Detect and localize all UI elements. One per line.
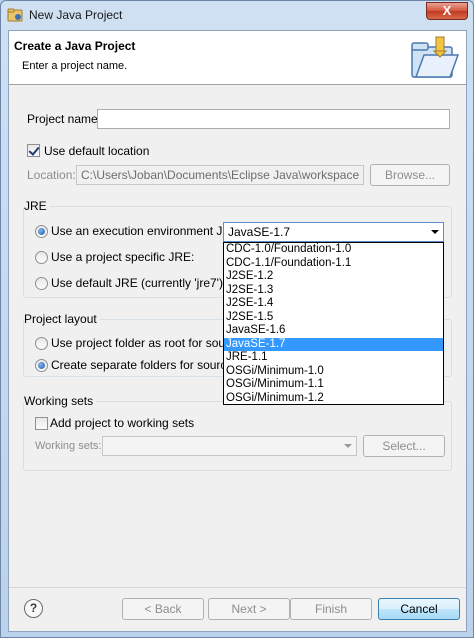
use-root-label: Use project folder as root for sources <box>51 336 248 350</box>
java-project-icon <box>7 8 23 22</box>
location-label: Location: <box>27 168 76 182</box>
next-button[interactable]: Next > <box>208 598 290 620</box>
dropdown-option[interactable]: JRE-1.1 <box>224 351 443 365</box>
dropdown-option[interactable]: OSGi/Minimum-1.1 <box>224 378 443 392</box>
dropdown-option[interactable]: J2SE-1.3 <box>224 284 443 298</box>
project-layout-group-title: Project layout <box>24 312 100 326</box>
project-name-input[interactable] <box>97 109 450 129</box>
dialog-content: Create a Java Project Enter a project na… <box>8 30 467 632</box>
working-sets-select[interactable] <box>102 436 357 456</box>
location-input[interactable]: C:\Users\Joban\Documents\Eclipse Java\wo… <box>76 165 364 185</box>
use-root-radio[interactable] <box>35 337 48 350</box>
page-title: Create a Java Project <box>14 39 136 53</box>
dropdown-option[interactable]: CDC-1.1/Foundation-1.1 <box>224 257 443 271</box>
help-icon[interactable]: ? <box>24 599 43 618</box>
dropdown-option[interactable]: OSGi/Minimum-1.0 <box>224 365 443 379</box>
working-sets-label: Working sets: <box>35 440 102 452</box>
use-default-location-checkbox[interactable] <box>27 144 40 157</box>
close-button[interactable]: X <box>426 2 468 20</box>
project-name-label: Project name: <box>27 112 102 126</box>
chevron-down-icon <box>431 230 439 234</box>
finish-button[interactable]: Finish <box>290 598 372 620</box>
dropdown-option[interactable]: J2SE-1.2 <box>224 270 443 284</box>
dropdown-option[interactable]: J2SE-1.4 <box>224 297 443 311</box>
page-message: Enter a project name. <box>22 60 128 72</box>
separate-folders-radio[interactable] <box>35 359 48 372</box>
project-specific-jre-radio[interactable] <box>35 251 48 264</box>
exec-env-select[interactable]: JavaSE-1.7 <box>223 222 444 242</box>
dropdown-option[interactable]: OSGi/Minimum-1.2 <box>224 392 443 406</box>
back-button[interactable]: < Back <box>122 598 204 620</box>
dropdown-option-selected[interactable]: JavaSE-1.7 <box>224 337 443 351</box>
exec-env-label: Use an execution environment JRE: <box>51 224 243 238</box>
browse-button[interactable]: Browse... <box>370 164 450 186</box>
title-bar[interactable]: New Java Project X <box>1 1 473 29</box>
add-to-working-sets-label: Add project to working sets <box>50 416 195 430</box>
default-jre-radio[interactable] <box>35 277 48 290</box>
jre-dropdown-list: CDC-1.0/Foundation-1.0 CDC-1.1/Foundatio… <box>223 242 444 405</box>
exec-env-value: JavaSE-1.7 <box>228 225 291 239</box>
dropdown-option[interactable]: CDC-1.0/Foundation-1.0 <box>224 243 443 257</box>
project-specific-jre-label: Use a project specific JRE: <box>51 250 195 264</box>
jre-group-title: JRE <box>24 199 50 213</box>
window-title: New Java Project <box>29 8 123 22</box>
dropdown-option[interactable]: JavaSE-1.6 <box>224 324 443 338</box>
add-to-working-sets-checkbox[interactable] <box>35 417 48 430</box>
wizard-banner: Create a Java Project Enter a project na… <box>9 31 466 85</box>
working-sets-group-title: Working sets <box>24 394 97 408</box>
use-default-location-label: Use default location <box>44 144 150 158</box>
dialog-window: New Java Project X Create a Java Project… <box>0 0 474 638</box>
dropdown-option[interactable]: J2SE-1.5 <box>224 311 443 325</box>
new-project-folder-icon <box>411 36 460 78</box>
chevron-down-icon <box>344 444 352 448</box>
cancel-button[interactable]: Cancel <box>378 598 460 620</box>
default-jre-label: Use default JRE (currently 'jre7') <box>51 276 223 290</box>
exec-env-radio[interactable] <box>35 225 48 238</box>
select-working-sets-button[interactable]: Select... <box>363 435 445 457</box>
footer-separator <box>9 587 466 588</box>
